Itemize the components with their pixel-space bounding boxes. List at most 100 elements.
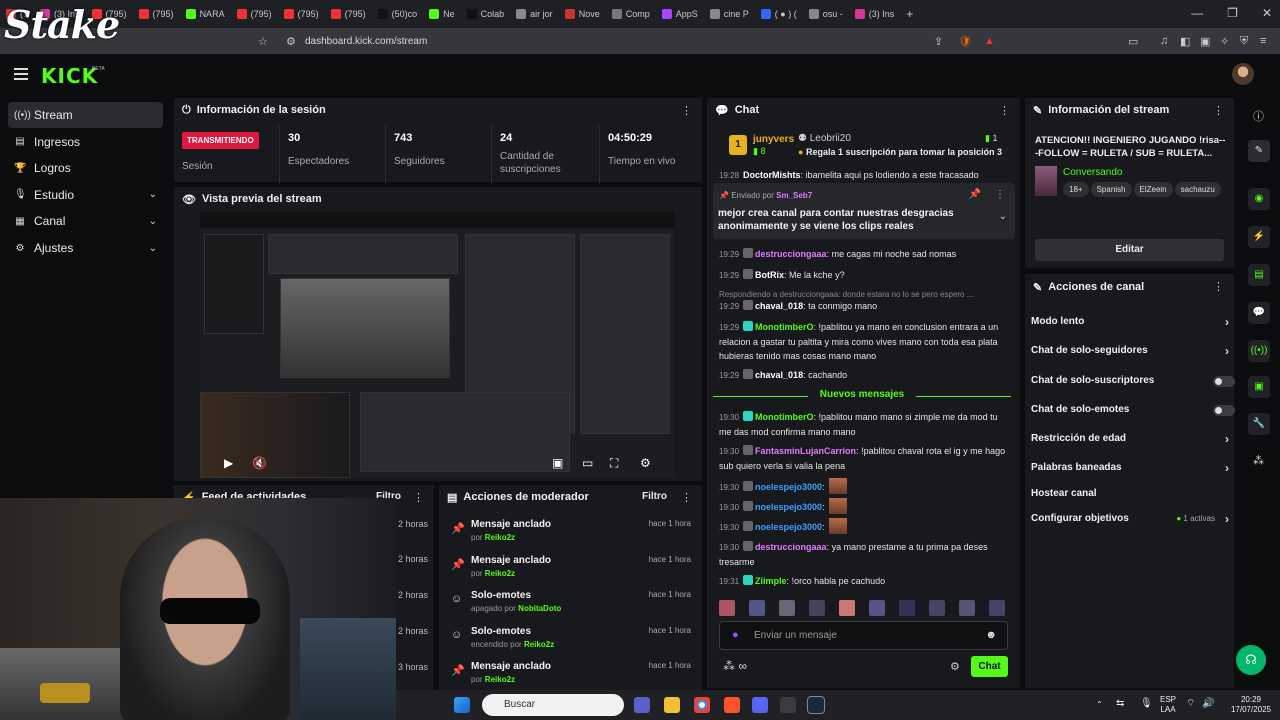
browser-tab[interactable]: Ne bbox=[423, 4, 461, 24]
channel-action-row[interactable]: Configurar objetivos › ● 1 activas bbox=[1031, 512, 1231, 527]
network-tray-icon[interactable]: ⇆ bbox=[1116, 699, 1124, 709]
browser-tab[interactable]: Nove bbox=[559, 4, 606, 24]
camera-rail-icon[interactable]: ◉ bbox=[1248, 188, 1270, 210]
category-thumbnail[interactable] bbox=[1035, 166, 1057, 196]
more-rail-icon[interactable]: ⁂ bbox=[1253, 454, 1264, 467]
edit-stream-button[interactable]: Editar bbox=[1035, 239, 1224, 261]
chevron-down-icon[interactable]: ⌄ bbox=[149, 189, 157, 200]
chevron-right-icon[interactable]: › bbox=[1225, 461, 1229, 475]
browser-tab[interactable]: (795) bbox=[325, 4, 372, 24]
chat-message[interactable]: 19:29 chaval_018: ta conmigo mano bbox=[719, 299, 1011, 314]
url-text[interactable]: dashboard.kick.com/stream bbox=[305, 36, 427, 47]
support-icon[interactable]: ☊ bbox=[1236, 645, 1266, 675]
taskbar-search[interactable]: Buscar bbox=[482, 694, 624, 716]
mic-icon[interactable]: ● bbox=[732, 629, 739, 641]
play-icon[interactable]: ▶ bbox=[224, 456, 233, 470]
pin-icon[interactable]: 📌 bbox=[969, 189, 981, 200]
maximize-button[interactable]: ❐ bbox=[1227, 6, 1238, 20]
chat-message[interactable]: 19:29 chaval_018: cachando bbox=[719, 368, 1011, 383]
broadcast-rail-icon[interactable]: ((•)) bbox=[1248, 340, 1270, 362]
chat-message[interactable]: 19:30 noelespejo3000: bbox=[719, 478, 1011, 495]
stream-tag[interactable]: Spanish bbox=[1090, 182, 1132, 197]
browser-tab[interactable]: (795) bbox=[231, 4, 278, 24]
emote-icon[interactable] bbox=[899, 600, 915, 616]
chat-message[interactable]: 19:30 MonotimberO: !pablitou mano mano si… bbox=[719, 410, 1011, 439]
browser-tab[interactable]: Comp bbox=[606, 4, 656, 24]
browser-tab[interactable]: ( ● ) ( bbox=[755, 4, 803, 24]
browser-tab[interactable]: AppS bbox=[656, 4, 704, 24]
discord-icon[interactable] bbox=[752, 697, 768, 713]
chevron-right-icon[interactable]: › bbox=[1225, 432, 1229, 446]
chat-username[interactable]: noelespejo3000 bbox=[755, 482, 822, 492]
site-info-icon[interactable]: ⚙ bbox=[286, 35, 296, 48]
minimize-button[interactable]: — bbox=[1191, 6, 1203, 20]
new-tab-button[interactable]: + bbox=[900, 4, 919, 24]
bookmark-icon[interactable]: ☆ bbox=[258, 35, 268, 48]
stream-info-more-icon[interactable]: ⋮ bbox=[1213, 104, 1224, 117]
category-name[interactable]: Conversando bbox=[1063, 167, 1122, 178]
mod-filter-button[interactable]: Filtro bbox=[642, 491, 667, 502]
stream-preview-video[interactable]: ▶ 🔇 ▣ ▭ ⛶ ⚙ bbox=[200, 212, 675, 478]
share-icon[interactable]: ⇪ bbox=[934, 35, 943, 48]
close-window-button[interactable]: ✕ bbox=[1262, 6, 1272, 20]
mod-action-row[interactable]: ☺ Solo-emotes apagado por NobitaDoto hace 1… bbox=[447, 590, 697, 624]
sidebar-item-stream[interactable]: ((•)) Stream bbox=[8, 102, 163, 128]
gift-sender[interactable]: Leobrii20 bbox=[810, 133, 851, 144]
user-avatar[interactable] bbox=[1232, 63, 1254, 85]
emoji-icon[interactable]: ☻ bbox=[985, 629, 997, 641]
browser-tab[interactable]: (795) bbox=[133, 4, 180, 24]
emote-icon[interactable] bbox=[779, 600, 795, 616]
vpn-icon[interactable]: ⛨ bbox=[1240, 35, 1248, 48]
points-icon[interactable]: ⁂ ∞ bbox=[723, 659, 747, 673]
mod-action-user[interactable]: Reiko2z bbox=[485, 533, 515, 542]
browser-tab[interactable]: osu - bbox=[803, 4, 849, 24]
browser-tab[interactable]: (50)co bbox=[372, 4, 424, 24]
emote-icon[interactable] bbox=[959, 600, 975, 616]
brave-shield-icon[interactable]: 🛡 bbox=[958, 35, 972, 48]
pip-icon[interactable]: ▣ bbox=[552, 456, 563, 470]
chat-username[interactable]: FantasminLujanCarrion bbox=[755, 446, 856, 456]
sidebar-item-ingresos[interactable]: ▤ Ingresos bbox=[8, 129, 163, 155]
wallet-icon[interactable]: ▣ bbox=[1200, 35, 1210, 48]
chat-message[interactable]: 19:31 Ziimple: !orco habla pe cachudo bbox=[719, 574, 1011, 589]
chat-input[interactable]: ● Enviar un mensaje ☻ bbox=[719, 621, 1008, 650]
stream-tag[interactable]: sachauzu bbox=[1174, 182, 1221, 197]
mod-rail-icon[interactable]: ▣ bbox=[1248, 376, 1270, 398]
ai-icon[interactable]: ✧ bbox=[1220, 35, 1229, 48]
chevron-right-icon[interactable]: › bbox=[1225, 512, 1229, 526]
toggle-switch[interactable] bbox=[1213, 376, 1235, 387]
steam-icon[interactable] bbox=[807, 696, 825, 714]
wrench-rail-icon[interactable]: 🔧 bbox=[1248, 413, 1270, 435]
browser-tab[interactable]: (3) Ins bbox=[849, 4, 901, 24]
channel-action-row[interactable]: Modo lento › bbox=[1031, 315, 1231, 330]
chat-message[interactable]: 19:30 noelespejo3000: bbox=[719, 498, 1011, 515]
channel-action-row[interactable]: Hostear canal bbox=[1031, 488, 1231, 502]
emote-icon[interactable] bbox=[929, 600, 945, 616]
channel-action-row[interactable]: Restricción de edad › bbox=[1031, 432, 1231, 447]
mod-action-user[interactable]: Reiko2z bbox=[485, 675, 515, 684]
chevron-right-icon[interactable]: › bbox=[1225, 344, 1229, 358]
brave-icon[interactable] bbox=[724, 697, 740, 713]
mod-more-icon[interactable]: ⋮ bbox=[681, 491, 692, 504]
sidebar-item-logros[interactable]: 🏆 Logros bbox=[8, 155, 163, 181]
emote-icon[interactable] bbox=[809, 600, 825, 616]
sidebar-item-ajustes[interactable]: ⚙ Ajustes ⌄ bbox=[8, 235, 163, 261]
toggle-switch[interactable] bbox=[1213, 405, 1235, 416]
chat-settings-icon[interactable]: ⚙ bbox=[950, 660, 960, 673]
pinned-message[interactable]: 📌 Enviado por Sm_Seb7 mejor crea canal p… bbox=[713, 183, 1015, 239]
sidebar-item-canal[interactable]: ▦ Canal ⌄ bbox=[8, 208, 163, 234]
pinned-user[interactable]: Sm_Seb7 bbox=[776, 191, 812, 200]
emote-icon[interactable] bbox=[749, 600, 765, 616]
theater-icon[interactable]: ▭ bbox=[582, 456, 593, 470]
browser-tab[interactable]: (795) bbox=[278, 4, 325, 24]
teams-icon[interactable] bbox=[634, 697, 650, 713]
chat-username[interactable]: noelespejo3000 bbox=[755, 502, 822, 512]
tray-expand-icon[interactable]: ⌃ bbox=[1096, 700, 1103, 710]
chat-message[interactable]: 19:29 MonotimberO: !pablitou ya mano en c… bbox=[719, 320, 1011, 363]
chat-username[interactable]: chaval_018 bbox=[755, 370, 803, 380]
stream-tag[interactable]: ElZeein bbox=[1133, 182, 1173, 197]
mod-action-row[interactable]: 📌 Mensaje anclado por Reiko2z hace 1 hora bbox=[447, 555, 697, 589]
mod-action-user[interactable]: NobitaDoto bbox=[518, 604, 561, 613]
browser-tab[interactable]: NARA bbox=[180, 4, 231, 24]
browser-tab[interactable]: cine P bbox=[704, 4, 755, 24]
